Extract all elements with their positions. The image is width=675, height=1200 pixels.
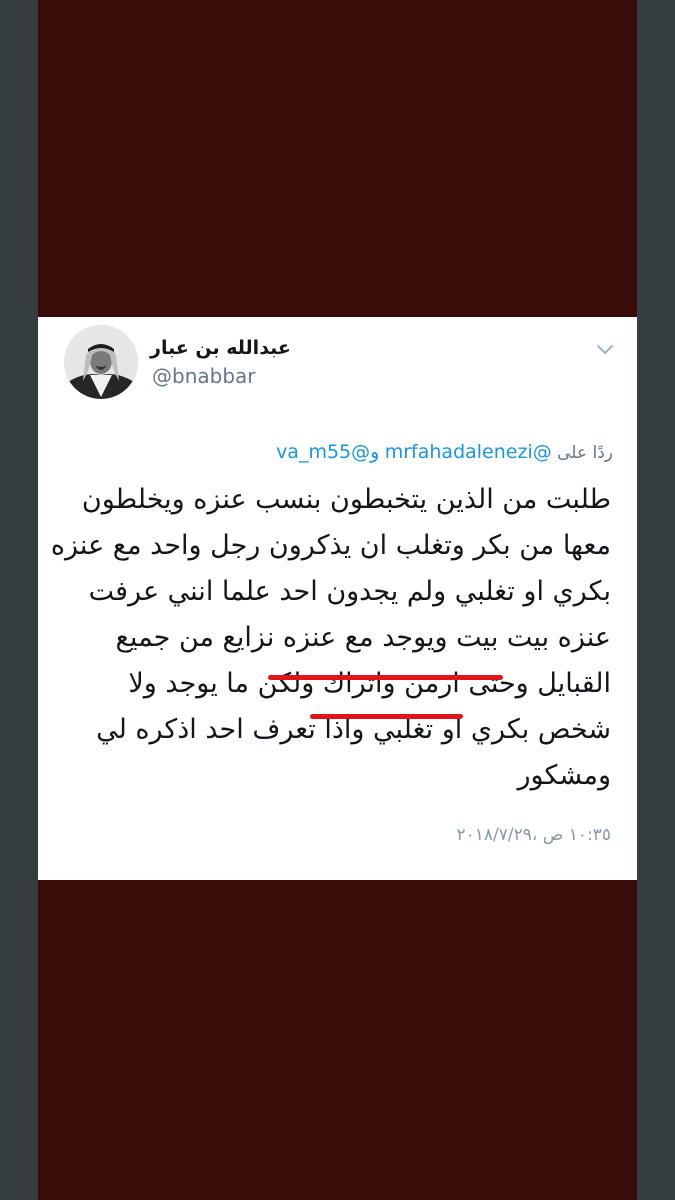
mention-link-1[interactable]: @mrfahadalenezi [385, 441, 552, 463]
tweet-card[interactable]: عبدالله بن عبار @bnabbar ردًا على @mrfah… [38, 317, 637, 880]
tweet-text: طلبت من الذين يتخبطون بنسب عنزه ويخلطون … [51, 477, 611, 799]
chevron-down-icon[interactable] [595, 339, 615, 359]
avatar[interactable] [64, 325, 138, 399]
tweet-timestamp[interactable]: ١٠:٣٥ ص ،٢٠١٨/٧/٢٩ [457, 825, 612, 845]
tweet-text-line: بكري او تغلبي ولم يجدون احد علما انني عر… [88, 576, 611, 607]
red-underline-mark [268, 675, 503, 680]
tweet-text-line: عنزه بيت بيت ويوجد مع عنزه نزايع من جميع [115, 622, 611, 653]
tweet-text-line: ومشكور [517, 760, 612, 791]
mention-link-2[interactable]: @va_m55 [276, 441, 370, 463]
reply-conjunction: و [370, 441, 380, 463]
display-name[interactable]: عبدالله بن عبار [150, 337, 291, 359]
reply-context: ردًا على @mrfahadalenezi و@va_m55 [276, 441, 613, 463]
tweet-text-line: القبايل وحتى ارمن واتراك ولكن ما يوجد ول… [128, 668, 611, 699]
user-handle[interactable]: @bnabbar [152, 364, 256, 388]
red-underline-mark [310, 714, 463, 719]
tweet-text-line: طلبت من الذين يتخبطون بنسب عنزه ويخلطون [81, 484, 611, 515]
reply-prefix: ردًا على [557, 443, 613, 463]
tweet-text-line: معها من بكر وتغلب ان يذكرون رجل واحد مع … [50, 530, 611, 561]
